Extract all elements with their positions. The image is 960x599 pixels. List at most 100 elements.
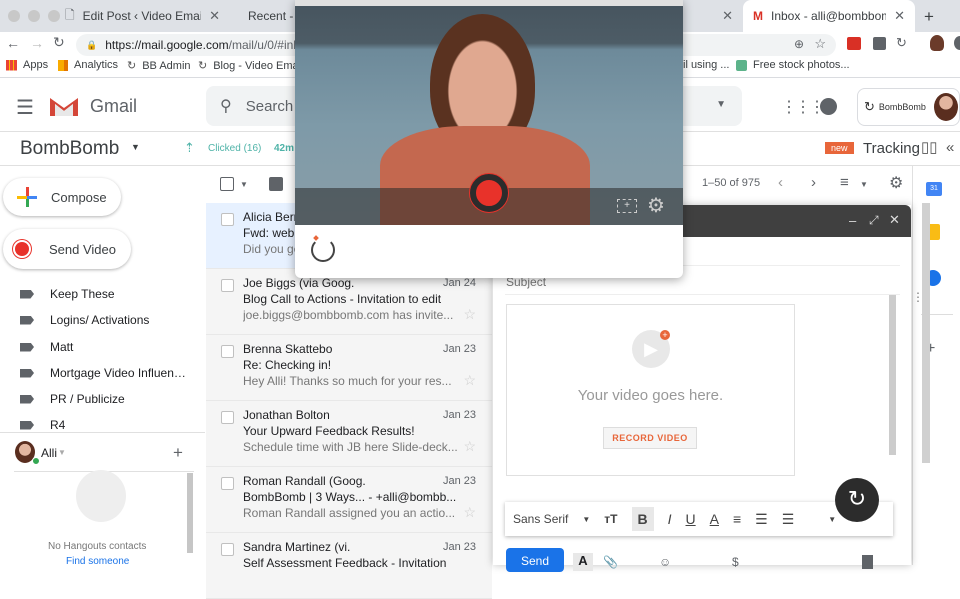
text-size-icon[interactable]: тT bbox=[604, 512, 617, 526]
bombbomb-extension-icon[interactable]: ↻ bbox=[896, 35, 907, 51]
bookmark-free-stock-photos[interactable]: Free stock photos... bbox=[736, 59, 850, 71]
email-row[interactable]: Roman Randall (Goog. Jan 23 BombBomb | 3… bbox=[206, 467, 492, 533]
bold-icon[interactable]: B bbox=[631, 507, 654, 531]
discard-draft-icon[interactable] bbox=[862, 555, 873, 569]
minimize-icon[interactable]: – bbox=[849, 213, 856, 228]
italic-icon[interactable]: I bbox=[668, 511, 672, 527]
account-switcher[interactable]: BombBomb bbox=[20, 138, 119, 160]
window-close-button[interactable] bbox=[8, 10, 20, 22]
recorder-settings-icon[interactable]: ⚙ bbox=[647, 193, 665, 218]
menu-icon[interactable] bbox=[954, 36, 960, 50]
tracking-event[interactable]: Clicked (16) bbox=[208, 143, 261, 154]
underline-icon[interactable]: U bbox=[686, 511, 696, 527]
star-icon[interactable]: ☆ bbox=[463, 438, 476, 455]
text-color-icon[interactable]: A bbox=[710, 511, 719, 527]
more-formatting-icon[interactable]: ▼ bbox=[828, 515, 836, 524]
row-checkbox[interactable] bbox=[221, 411, 234, 424]
label-keep-these[interactable]: Keep These bbox=[20, 287, 115, 301]
back-arrow-icon[interactable]: ← bbox=[6, 35, 20, 51]
google-apps-icon[interactable]: ⋮⋮⋮ bbox=[781, 97, 825, 117]
notifications-bell-icon[interactable] bbox=[820, 98, 837, 115]
browser-tab-recent-drive[interactable]: Recent - G bbox=[230, 0, 300, 32]
close-tab-icon[interactable]: ✕ bbox=[209, 8, 220, 24]
new-tab-button[interactable]: + bbox=[924, 7, 934, 27]
browser-tab-inbox[interactable]: M Inbox - alli@bombbomb.com ✕ bbox=[743, 0, 915, 32]
star-icon[interactable]: ☆ bbox=[463, 372, 476, 389]
email-row[interactable]: Brenna Skattebo Jan 23 Re: Checking in! … bbox=[206, 335, 492, 401]
label-mortgage[interactable]: Mortgage Video Influen… bbox=[20, 366, 186, 380]
profile-avatar-icon[interactable] bbox=[930, 35, 944, 51]
bombbomb-floating-button[interactable]: ↻ bbox=[835, 478, 879, 522]
zoom-icon[interactable]: ⊕ bbox=[794, 37, 804, 51]
next-page-icon[interactable]: › bbox=[811, 174, 816, 191]
fullscreen-icon[interactable]: ⤢ bbox=[869, 213, 879, 228]
font-dropdown-icon[interactable]: ▼ bbox=[582, 515, 590, 524]
density-icon[interactable]: ≡ bbox=[840, 174, 849, 191]
reload-icon[interactable]: ↻ bbox=[53, 34, 65, 51]
close-tab-icon[interactable]: ✕ bbox=[894, 8, 905, 24]
main-menu-icon[interactable]: ☰ bbox=[16, 95, 34, 120]
bookmark-apps[interactable]: Apps bbox=[6, 59, 48, 71]
hangouts-user[interactable]: Alli bbox=[41, 446, 57, 460]
label-r4[interactable]: R4 bbox=[20, 418, 65, 432]
close-tab-icon[interactable]: ✕ bbox=[722, 8, 733, 24]
font-select[interactable]: Sans Serif bbox=[513, 512, 568, 526]
row-checkbox[interactable] bbox=[221, 345, 234, 358]
email-row[interactable]: Sandra Martinez (vi. Jan 23 Self Assessm… bbox=[206, 533, 492, 599]
screen-record-icon[interactable]: + bbox=[617, 199, 637, 213]
extension-icon[interactable] bbox=[847, 37, 861, 50]
main-scrollbar[interactable] bbox=[922, 203, 930, 463]
align-icon[interactable]: ≡ bbox=[733, 511, 741, 527]
star-icon[interactable]: ☆ bbox=[463, 306, 476, 323]
prev-page-icon[interactable]: ‹ bbox=[778, 174, 783, 191]
account-dropdown-icon[interactable]: ▼ bbox=[131, 142, 140, 152]
bookmark-bb-admin[interactable]: ↻ BB Admin bbox=[127, 59, 191, 73]
gmail-logo-icon[interactable] bbox=[48, 94, 80, 118]
user-avatar[interactable] bbox=[933, 93, 958, 121]
find-someone-link[interactable]: Find someone bbox=[66, 556, 129, 567]
settings-gear-icon[interactable]: ⚙ bbox=[889, 173, 903, 193]
hangouts-scrollbar[interactable] bbox=[187, 473, 193, 553]
row-checkbox[interactable] bbox=[221, 477, 234, 490]
send-video-button[interactable]: Send Video bbox=[3, 229, 131, 269]
compose-button[interactable]: Compose bbox=[3, 178, 121, 216]
search-options-icon[interactable]: ▼ bbox=[716, 99, 726, 110]
new-conversation-icon[interactable]: + bbox=[173, 443, 183, 463]
archive-icon[interactable] bbox=[269, 177, 283, 191]
browser-tab-edit-post[interactable]: 🗋 Edit Post ‹ Video Email using ✕ bbox=[55, 0, 230, 32]
record-video-button[interactable]: RECORD VIDEO bbox=[603, 427, 697, 449]
bulleted-list-icon[interactable]: ☰ bbox=[782, 511, 795, 528]
compose-scrollbar[interactable] bbox=[889, 295, 896, 455]
numbered-list-icon[interactable]: ☰ bbox=[755, 511, 768, 528]
bookmark-video-email[interactable]: il using ... bbox=[683, 59, 729, 71]
calendar-icon[interactable]: 31 bbox=[926, 182, 942, 196]
row-checkbox[interactable] bbox=[221, 543, 234, 556]
attach-icon[interactable]: 📎 bbox=[603, 555, 618, 569]
hangouts-user-dropdown-icon[interactable]: ▼ bbox=[58, 448, 66, 457]
email-row[interactable]: Joe Biggs (via Goog. Jan 24 Blog Call to… bbox=[206, 269, 492, 335]
label-pr-publicize[interactable]: PR / Publicize bbox=[20, 392, 125, 406]
tracking-button[interactable]: Tracking bbox=[863, 140, 920, 157]
select-dropdown-icon[interactable]: ▼ bbox=[240, 180, 248, 189]
formatting-toggle-icon[interactable]: A bbox=[573, 553, 593, 571]
extension-icon[interactable] bbox=[873, 37, 886, 50]
bookmark-blog[interactable]: ↻ Blog - Video Email. bbox=[198, 59, 307, 73]
row-checkbox[interactable] bbox=[221, 279, 234, 292]
select-all-checkbox[interactable] bbox=[220, 177, 234, 191]
forward-arrow-icon[interactable]: → bbox=[30, 35, 44, 51]
more-options-icon[interactable]: ⋮ bbox=[912, 290, 924, 304]
star-icon[interactable]: ☆ bbox=[463, 504, 476, 521]
tracking-bars-icon[interactable]: ▯▯ bbox=[921, 138, 938, 156]
row-checkbox[interactable] bbox=[221, 213, 234, 226]
label-matt[interactable]: Matt bbox=[20, 340, 73, 354]
density-dropdown-icon[interactable]: ▼ bbox=[860, 180, 868, 189]
close-compose-icon[interactable]: ✕ bbox=[889, 212, 900, 228]
emoji-icon[interactable]: ☺ bbox=[659, 555, 671, 569]
bookmark-analytics[interactable]: Analytics bbox=[58, 59, 118, 71]
email-row[interactable]: Jonathan Bolton Jan 23 Your Upward Feedb… bbox=[206, 401, 492, 467]
money-icon[interactable]: $ bbox=[732, 555, 739, 569]
bombbomb-account-badge[interactable]: ↻ BombBomb bbox=[857, 88, 960, 126]
label-logins-activations[interactable]: Logins/ Activations bbox=[20, 313, 149, 327]
send-button[interactable]: Send bbox=[506, 548, 564, 572]
window-minimize-button[interactable] bbox=[28, 10, 40, 22]
